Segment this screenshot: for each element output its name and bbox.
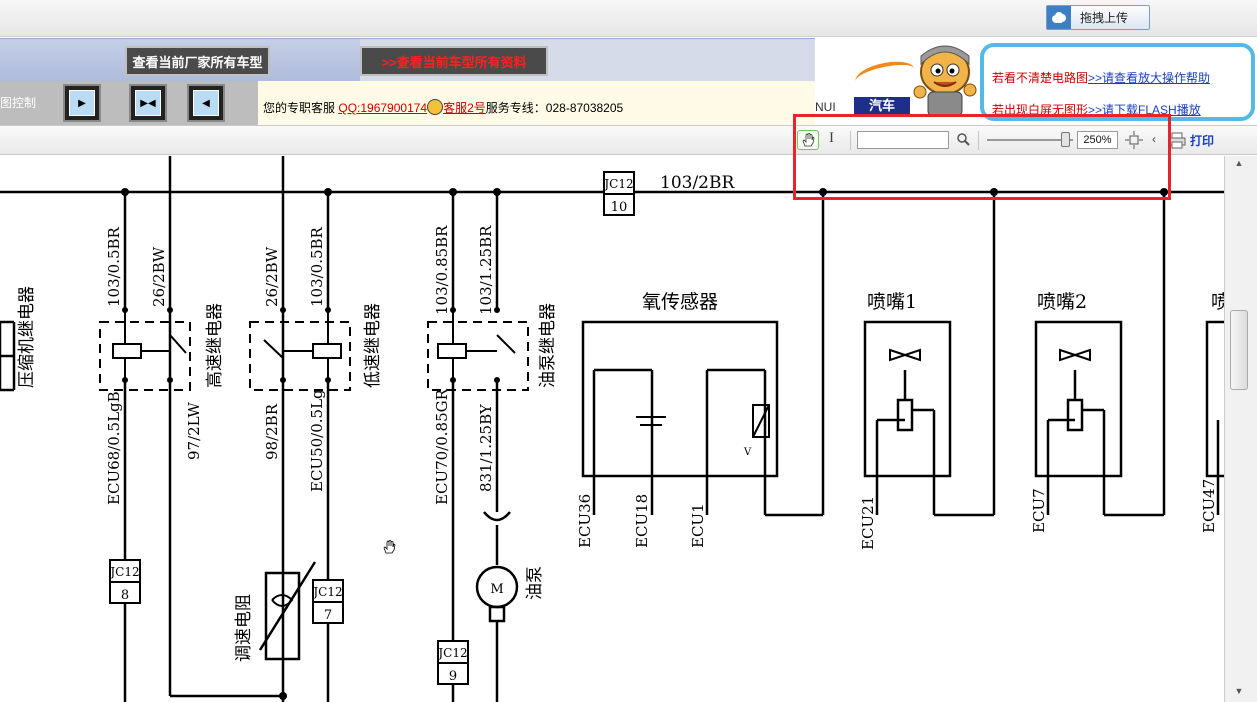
- connector-pin: 10: [611, 200, 628, 215]
- qq-link[interactable]: QQ:1967900174: [338, 101, 427, 115]
- ecu-pin-label: ECU21: [859, 496, 877, 550]
- arrow-left-icon: ◀: [193, 90, 219, 116]
- wire-label: ECU50/0.5Lg: [308, 389, 326, 492]
- wire-label: ECU68/0.5LgB: [105, 391, 123, 505]
- connector-jc12-10: JC12 10: [602, 171, 635, 216]
- wire-label: 26/2BW: [150, 246, 168, 307]
- app-window: 拖拽上传 查看当前厂家所有车型 >>查看当前车型所有资料 图控制 ▶ ▶◀ ◀ …: [0, 0, 1257, 702]
- all-docs-button[interactable]: >>查看当前车型所有资料: [360, 46, 548, 76]
- wire-label: 103/1.25BR: [477, 225, 495, 315]
- connector-pin: 9: [449, 669, 457, 684]
- control-band: 图控制 ▶ ▶◀ ◀ 您的专职客服 QQ:1967900174 客服2号服务专线：…: [0, 81, 815, 125]
- component-label: 氧传感器: [642, 291, 718, 313]
- hotline-text: 服务专线：028-87038205: [485, 101, 624, 115]
- top-wire-label: 103/2BR: [660, 173, 735, 193]
- component-label: 油泵: [525, 566, 545, 600]
- wiring-diagram: JC12 10 JC12 8 JC12 7 JC12 9 103/2BR 103…: [0, 156, 1239, 702]
- scrollbar-thumb[interactable]: [1230, 310, 1248, 390]
- diagram-control-panel: 图控制 ▶ ▶◀ ◀: [0, 81, 258, 125]
- page-next-button[interactable]: ▶: [63, 84, 101, 122]
- component-label: 调速电阻: [234, 594, 254, 662]
- wire-label: 103/0.85BR: [433, 225, 451, 315]
- connector-pin: 8: [121, 588, 129, 603]
- help-line-1: 若看不清楚电路图>>请查看放大操作帮助: [992, 69, 1210, 86]
- model-nav-band: 查看当前厂家所有车型 >>查看当前车型所有资料: [0, 38, 815, 82]
- wire-label: 103/0.5BR: [308, 226, 326, 307]
- scroll-down-icon[interactable]: ▼: [1229, 686, 1249, 700]
- wire-label: 26/2BW: [263, 246, 281, 307]
- help-bubble: 若看不清楚电路图>>请查看放大操作帮助 若出现白屏无图形>>请下载FLASH播放: [980, 43, 1255, 121]
- connector-label: JC12: [311, 585, 342, 599]
- relay-label: 高速继电器: [205, 303, 225, 388]
- scroll-up-icon[interactable]: ▲: [1229, 158, 1249, 172]
- diagram-control-label: 图控制: [0, 96, 37, 110]
- arrows-expand-icon: ▶◀: [135, 90, 161, 116]
- all-models-button[interactable]: 查看当前厂家所有车型: [125, 46, 270, 76]
- connector-label: JC12: [108, 565, 139, 579]
- ecu-pin-label: ECU1: [689, 503, 707, 548]
- agent-link[interactable]: 客服2号: [443, 101, 486, 115]
- help-line-1-text: 若看不清楚电路图: [992, 71, 1089, 85]
- component-label: 喷嘴2: [1037, 291, 1087, 313]
- logo-swoosh: [853, 57, 917, 93]
- zoom-help-link[interactable]: >>请查看放大操作帮助: [1088, 71, 1210, 85]
- connector-jc12-7: JC12 7: [311, 579, 344, 624]
- qq-penguin-icon[interactable]: [427, 99, 444, 115]
- connector-pin: 7: [324, 608, 332, 623]
- connector-label: JC12: [602, 177, 633, 191]
- relay-label: 压缩机继电器: [17, 286, 37, 388]
- print-button[interactable]: 打印: [1190, 132, 1214, 149]
- vertical-scrollbar[interactable]: ▲ ▼: [1224, 156, 1257, 702]
- voltage-symbol: V: [743, 447, 752, 458]
- cloud-upload-icon: [1047, 6, 1071, 29]
- service-info: 您的专职客服 QQ:1967900174 客服2号服务专线：028-8703820…: [263, 99, 623, 116]
- help-panel: NUI 汽车 若看不清楚电路图>>请查看放大操作帮助 若出现白屏无图形>>请下载…: [815, 38, 1257, 125]
- highlight-box: [793, 114, 1171, 200]
- car-tag: 汽车: [854, 97, 910, 114]
- arrow-right-icon: ▶: [69, 90, 95, 116]
- connector-jc12-8: JC12 8: [108, 559, 141, 604]
- upload-label: 拖拽上传: [1080, 11, 1129, 25]
- top-bar: 拖拽上传: [0, 0, 1257, 37]
- service-prefix: 您的专职客服: [263, 101, 336, 115]
- ecu-pin-label: ECU36: [576, 494, 594, 548]
- diagram-canvas[interactable]: JC12 10 JC12 8 JC12 7 JC12 9 103/2BR 103…: [0, 156, 1239, 702]
- component-label: 喷: [1211, 291, 1224, 313]
- wire-label: 97/2LW: [185, 402, 203, 460]
- relay-label: 低速继电器: [363, 303, 383, 388]
- component-label: 喷嘴1: [867, 291, 917, 313]
- relay-label: 油泵继电器: [538, 303, 558, 388]
- mechanic-mascot-icon: [913, 45, 977, 117]
- ecu-pin-label: ECU7: [1030, 488, 1048, 533]
- page-prev-button[interactable]: ◀: [187, 84, 225, 122]
- wire-label: 831/1.25BY: [477, 403, 495, 492]
- upload-button[interactable]: 拖拽上传: [1046, 5, 1150, 30]
- car-mark: NUI: [815, 100, 836, 114]
- wire-label: 98/2BR: [263, 403, 281, 460]
- fit-both-button[interactable]: ▶◀: [129, 84, 167, 122]
- wire-label: ECU70/0.85GR: [433, 388, 451, 505]
- connector-jc12-9: JC12 9: [436, 640, 469, 685]
- connector-label: JC12: [436, 646, 467, 660]
- wire-label: 103/0.5BR: [105, 226, 123, 307]
- motor-symbol: M: [490, 582, 503, 597]
- hand-cursor-icon: [383, 540, 396, 554]
- ecu-pin-label: ECU18: [633, 494, 651, 548]
- ecu-pin-label: ECU47: [1200, 479, 1218, 533]
